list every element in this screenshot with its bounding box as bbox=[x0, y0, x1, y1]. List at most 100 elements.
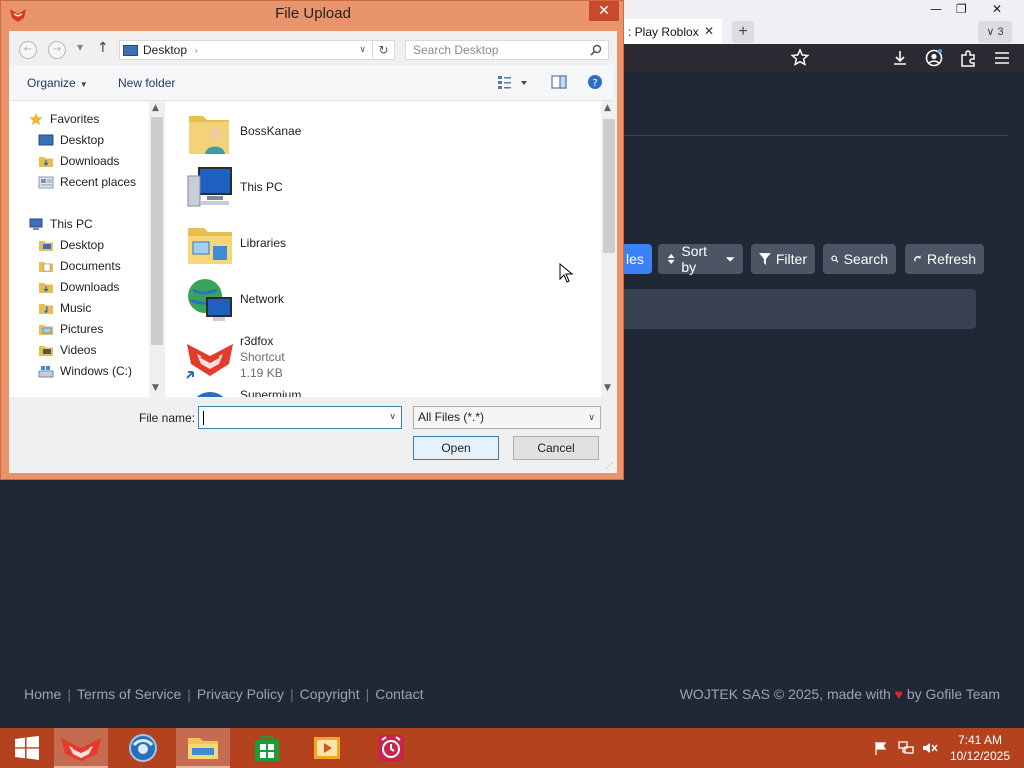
taskbar-r3dfox[interactable] bbox=[54, 728, 108, 768]
file-item-supermium[interactable]: Supermium bbox=[185, 384, 585, 397]
nav-this-pc[interactable]: This PC bbox=[28, 215, 93, 233]
scroll-up-icon[interactable]: ▲ bbox=[604, 103, 611, 113]
desktop-icon bbox=[123, 44, 138, 56]
taskbar-file-explorer[interactable] bbox=[176, 728, 230, 768]
taskbar-supermium[interactable] bbox=[116, 728, 170, 768]
menu-icon[interactable] bbox=[991, 47, 1013, 69]
file-item-network[interactable]: Network bbox=[185, 272, 585, 328]
footer-link-copyright[interactable]: Copyright bbox=[300, 686, 360, 702]
navigation-pane: Favorites Desktop Downloads Recent place… bbox=[9, 101, 149, 397]
network-icon bbox=[188, 279, 232, 321]
nav-pc-music[interactable]: Music bbox=[38, 299, 91, 317]
file-item-this-pc[interactable]: This PC bbox=[185, 160, 585, 216]
sort-by-button[interactable]: Sort by bbox=[658, 243, 743, 275]
scroll-down-icon[interactable]: ▼ bbox=[604, 383, 611, 393]
search-label: Search bbox=[843, 251, 888, 267]
footer-link-privacy[interactable]: Privacy Policy bbox=[197, 686, 284, 702]
nav-item-label: Music bbox=[60, 301, 92, 315]
open-button[interactable]: Open bbox=[413, 436, 499, 460]
cancel-button[interactable]: Cancel bbox=[513, 436, 599, 460]
file-name-input[interactable]: ∨ bbox=[198, 406, 402, 429]
view-options-icon[interactable] bbox=[497, 74, 527, 90]
recent-locations-icon[interactable]: ▼ bbox=[77, 43, 83, 52]
nav-favorites[interactable]: Favorites bbox=[28, 110, 99, 128]
files-button[interactable]: les bbox=[620, 244, 652, 274]
minimize-button[interactable]: — bbox=[930, 2, 942, 16]
new-folder-button[interactable]: New folder bbox=[118, 76, 175, 90]
tab-list-button[interactable]: ∨ 3 bbox=[978, 21, 1012, 43]
nav-pc-desktop[interactable]: Desktop bbox=[38, 236, 104, 254]
refresh-button[interactable]: Refresh bbox=[905, 244, 984, 274]
refresh-location-button[interactable]: ↻ bbox=[373, 40, 395, 60]
nav-pc-pictures[interactable]: Pictures bbox=[38, 320, 103, 338]
help-icon[interactable]: ? bbox=[587, 74, 603, 90]
address-box[interactable]: Desktop › ∨ bbox=[119, 40, 373, 60]
account-icon[interactable] bbox=[923, 47, 945, 69]
close-window-button[interactable]: ✕ bbox=[992, 2, 1002, 16]
taskbar-store[interactable] bbox=[240, 728, 294, 768]
taskbar-alarms[interactable] bbox=[364, 728, 418, 768]
network-tray-icon[interactable] bbox=[898, 741, 914, 755]
nav-favorites-desktop[interactable]: Desktop bbox=[38, 131, 104, 149]
file-item-libraries[interactable]: Libraries bbox=[185, 216, 585, 272]
nav-pc-documents[interactable]: Documents bbox=[38, 257, 121, 275]
bookmark-star-icon[interactable] bbox=[789, 47, 811, 69]
chevron-down-icon: ∨ bbox=[588, 412, 595, 422]
music-folder-icon bbox=[39, 303, 53, 314]
scroll-thumb[interactable] bbox=[603, 119, 615, 253]
footer-link-home[interactable]: Home bbox=[24, 686, 61, 702]
chevron-down-icon[interactable]: ∨ bbox=[389, 412, 396, 422]
text-caret bbox=[203, 411, 204, 425]
nav-item-label: Recent places bbox=[60, 175, 137, 189]
scroll-down-icon[interactable]: ▼ bbox=[152, 383, 159, 393]
scroll-up-icon[interactable]: ▲ bbox=[152, 103, 159, 113]
breadcrumb-arrow-icon[interactable]: › bbox=[195, 46, 198, 55]
nav-pc-windows-c[interactable]: Windows (C:) bbox=[38, 362, 132, 380]
file-type-value: All Files (*.*) bbox=[418, 410, 485, 424]
nav-pc-downloads[interactable]: Downloads bbox=[38, 278, 119, 296]
organize-button[interactable]: Organize ▼ bbox=[27, 76, 88, 90]
search-desktop-input[interactable]: Search Desktop bbox=[405, 40, 609, 60]
pictures-folder-icon bbox=[39, 324, 53, 335]
caret-down-icon: ▼ bbox=[79, 80, 88, 89]
new-tab-button[interactable]: + bbox=[732, 21, 754, 43]
file-item-bosskanae[interactable]: BossKanae bbox=[185, 104, 585, 160]
browser-tab[interactable]: : Play Roblox ✕ bbox=[618, 19, 722, 45]
flag-icon[interactable] bbox=[874, 741, 888, 755]
dialog-close-button[interactable]: ✕ bbox=[589, 1, 619, 21]
restore-button[interactable]: ❐ bbox=[956, 2, 967, 16]
footer-link-contact[interactable]: Contact bbox=[375, 686, 423, 702]
extensions-icon[interactable] bbox=[957, 47, 979, 69]
file-type-select[interactable]: All Files (*.*) ∨ bbox=[413, 406, 601, 429]
downloads-icon[interactable] bbox=[889, 47, 911, 69]
chevron-down-icon[interactable]: ∨ bbox=[359, 44, 366, 55]
address-location: Desktop bbox=[143, 43, 188, 57]
file-item-r3dfox[interactable]: r3dfox Shortcut 1.19 KB bbox=[185, 328, 585, 384]
file-name: BossKanae bbox=[240, 124, 302, 138]
preview-pane-icon[interactable] bbox=[551, 74, 567, 90]
start-button[interactable] bbox=[0, 728, 54, 768]
file-list-scrollbar[interactable]: ▲ ▼ bbox=[601, 101, 617, 397]
nav-pc-videos[interactable]: Videos bbox=[38, 341, 96, 359]
tab-close-icon[interactable]: ✕ bbox=[704, 24, 714, 38]
copyright-text: WOJTEK SAS © 2025, made with ♥ by Gofile… bbox=[680, 686, 1000, 702]
filter-button[interactable]: Filter bbox=[751, 244, 815, 274]
page-search-bar[interactable] bbox=[620, 289, 976, 329]
forward-button[interactable]: → bbox=[48, 41, 66, 59]
navigation-scrollbar[interactable]: ▲ ▼ bbox=[149, 101, 165, 397]
back-button[interactable]: ← bbox=[19, 41, 37, 59]
nav-favorites-downloads[interactable]: Downloads bbox=[38, 152, 119, 170]
file-name-label: File name: bbox=[139, 411, 196, 425]
taskbar-media-player[interactable] bbox=[300, 728, 354, 768]
resize-grip-icon[interactable]: ⋰ bbox=[605, 461, 613, 470]
volume-muted-icon[interactable] bbox=[922, 741, 938, 755]
scroll-thumb[interactable] bbox=[151, 117, 163, 345]
taskbar-clock[interactable]: 7:41 AM 10/12/2025 bbox=[950, 732, 1010, 764]
nav-favorites-recent-places[interactable]: Recent places bbox=[38, 173, 136, 191]
supermium-icon bbox=[196, 392, 224, 397]
search-button[interactable]: Search bbox=[823, 244, 896, 274]
up-arrow-icon[interactable]: ↑ bbox=[97, 40, 109, 56]
documents-folder-icon bbox=[39, 261, 53, 272]
alarm-clock-icon bbox=[378, 735, 404, 761]
footer-link-terms[interactable]: Terms of Service bbox=[77, 686, 181, 702]
